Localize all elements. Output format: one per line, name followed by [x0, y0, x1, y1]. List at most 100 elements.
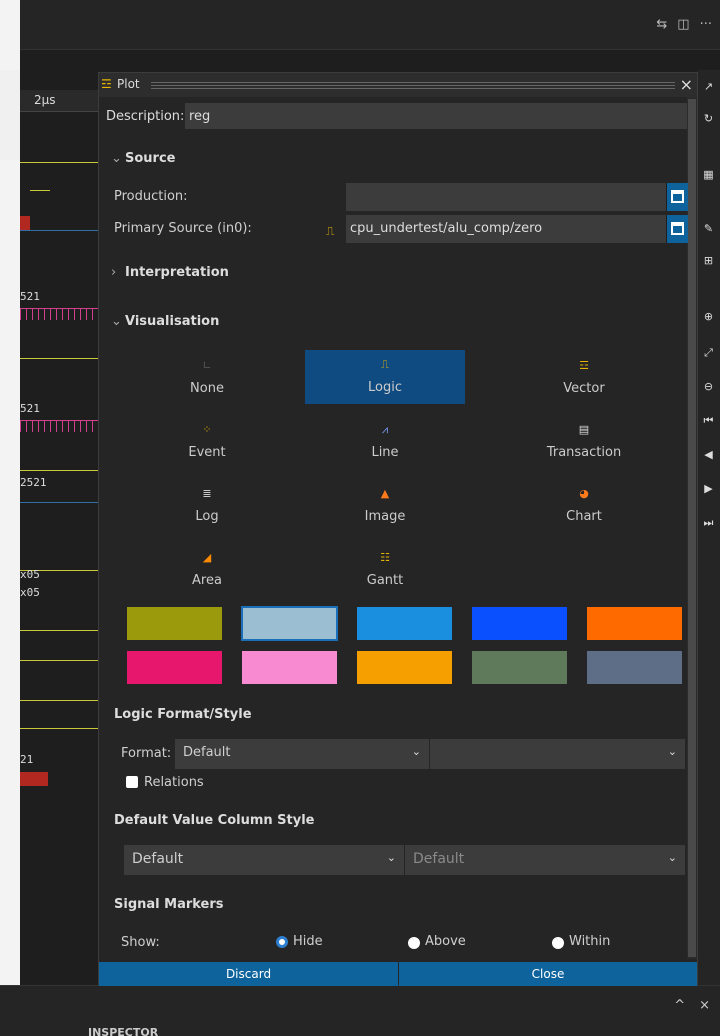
radio-within[interactable]	[552, 937, 564, 949]
production-pick-button[interactable]	[666, 183, 688, 211]
logic-format-title: Logic Format/Style	[114, 707, 252, 722]
format-select[interactable]: Default ⌄	[175, 739, 429, 769]
chevron-up-icon[interactable]: ^	[674, 998, 685, 1013]
visualisation-header[interactable]: ⌄ Visualisation	[111, 314, 219, 329]
discard-button[interactable]: Discard	[99, 962, 398, 986]
chevron-down-icon: ⌄	[386, 851, 396, 864]
chevron-down-icon: ⌄	[667, 851, 677, 864]
trace-line	[20, 358, 100, 359]
radio-hide[interactable]	[276, 936, 288, 948]
source-title: Source	[125, 151, 176, 166]
split-editor-icon[interactable]: ◫	[677, 17, 689, 32]
color-swatch[interactable]	[127, 607, 222, 640]
relations-label: Relations	[144, 775, 204, 790]
transaction-icon: ▤	[578, 423, 590, 436]
color-swatch[interactable]	[127, 651, 222, 684]
more-icon[interactable]: ···	[700, 17, 712, 32]
value-column-select[interactable]: Default ⌄	[124, 845, 404, 875]
value-column-secondary-select[interactable]: Default ⌄	[405, 845, 685, 875]
cursor-icon[interactable]: ↗	[702, 80, 715, 93]
color-swatch[interactable]	[587, 607, 682, 640]
value-column-title: Default Value Column Style	[114, 813, 315, 828]
last-icon[interactable]: ⏭	[702, 516, 715, 529]
chevron-down-icon: ⌄	[411, 745, 421, 758]
viz-option-none[interactable]: ∟ None	[127, 351, 287, 405]
edit-icon[interactable]: ✎	[702, 222, 715, 235]
viz-label: Event	[188, 445, 226, 460]
grid-icon[interactable]: ▦	[702, 168, 715, 181]
wave-value: 21	[20, 753, 34, 766]
production-label: Production:	[114, 189, 188, 204]
prev-icon[interactable]: ◀	[702, 448, 715, 461]
viz-option-line[interactable]: ⩘ Line	[305, 415, 465, 469]
viz-option-vector[interactable]: ☲ Vector	[504, 351, 664, 405]
none-icon: ∟	[202, 359, 212, 372]
drag-grip[interactable]	[151, 81, 675, 89]
visualisation-title: Visualisation	[125, 314, 220, 329]
fit-icon[interactable]: ⤢	[702, 346, 715, 359]
next-icon[interactable]: ▶	[702, 482, 715, 495]
scrollbar[interactable]	[687, 97, 697, 959]
color-swatch-selected[interactable]	[241, 606, 338, 641]
relations-checkbox[interactable]	[126, 776, 138, 788]
viz-label: Log	[195, 509, 219, 524]
description-input[interactable]	[185, 103, 687, 129]
color-swatch[interactable]	[357, 651, 452, 684]
viz-label: Area	[192, 573, 222, 588]
production-field[interactable]	[346, 183, 666, 211]
wave-value: x05	[20, 586, 40, 599]
color-swatch[interactable]	[357, 607, 452, 640]
chevron-down-icon: ⌄	[111, 151, 122, 166]
viz-option-event[interactable]: ⁘ Event	[127, 415, 287, 469]
top-bar: ⇆ ◫ ···	[20, 0, 720, 50]
viz-option-area[interactable]: ◢ Area	[127, 543, 287, 597]
area-icon: ◢	[202, 551, 212, 564]
source-header[interactable]: ⌄ Source	[111, 151, 175, 166]
logic-icon: ⎍	[381, 358, 389, 371]
trace-line	[20, 502, 100, 503]
viz-option-chart[interactable]: ◕ Chart	[504, 479, 664, 533]
inspector-title[interactable]: INSPECTOR	[88, 1026, 158, 1036]
add-row-icon[interactable]: ⊞	[702, 254, 715, 267]
primary-source-label: Primary Source (in0):	[114, 221, 252, 236]
color-swatch[interactable]	[472, 607, 567, 640]
primary-source-field[interactable]: cpu_undertest/alu_comp/zero	[346, 215, 666, 243]
trace-line	[30, 190, 50, 191]
log-icon: ≣	[202, 487, 212, 500]
style-select[interactable]: ⌄	[430, 739, 685, 769]
color-swatch[interactable]	[472, 651, 567, 684]
viz-label: Logic	[368, 380, 402, 395]
viz-option-gantt[interactable]: ☷ Gantt	[305, 543, 465, 597]
close-button[interactable]: Close	[399, 962, 697, 986]
bus-marker	[20, 772, 48, 786]
git-compare-icon[interactable]: ⇆	[656, 17, 667, 32]
radio-above[interactable]	[408, 937, 420, 949]
trace-line	[20, 700, 100, 701]
first-icon[interactable]: ⏮	[702, 414, 715, 427]
waveform-view[interactable]: 2µs 521 521 2521 x05 x05 21	[20, 50, 100, 985]
scroll-thumb[interactable]	[688, 99, 696, 957]
plot-dialog: ☲ Plot × Description: ⌄Source Production…	[98, 72, 698, 986]
dialog-titlebar[interactable]: ☲ Plot ×	[99, 73, 697, 97]
viz-label: Chart	[566, 509, 602, 524]
trace-line	[20, 230, 100, 231]
refresh-icon[interactable]: ↻	[702, 112, 715, 125]
chevron-right-icon: ›	[111, 265, 117, 280]
viz-option-image[interactable]: ▲ Image	[305, 479, 465, 533]
viz-option-log[interactable]: ≣ Log	[127, 479, 287, 533]
value-column-right: Default	[413, 851, 465, 867]
primary-source-pick-button[interactable]	[666, 215, 688, 243]
zoom-in-icon[interactable]: ⊕	[702, 310, 715, 323]
viz-option-transaction[interactable]: ▤ Transaction	[504, 415, 664, 469]
close-icon[interactable]: ×	[680, 75, 693, 94]
interpretation-header[interactable]: › Interpretation	[111, 265, 229, 280]
trace-line	[20, 470, 100, 471]
zoom-out-icon[interactable]: ⊖	[702, 380, 715, 393]
color-swatch[interactable]	[242, 651, 337, 684]
close-icon[interactable]: ×	[699, 998, 710, 1013]
viz-label: Gantt	[366, 573, 404, 588]
viz-option-logic[interactable]: ⎍ Logic	[305, 350, 465, 404]
wave-value: 521	[20, 290, 40, 303]
color-swatch[interactable]	[587, 651, 682, 684]
format-value: Default	[183, 745, 231, 760]
